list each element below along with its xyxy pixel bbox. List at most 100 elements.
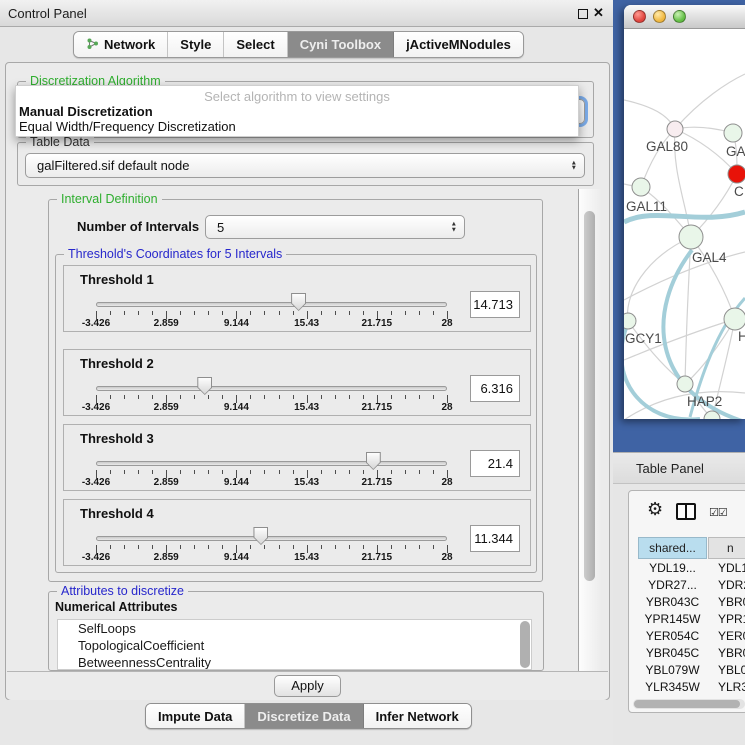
slider-tick [419, 545, 420, 549]
threshold-label: Threshold 3 [80, 431, 154, 446]
slider-tick [208, 470, 209, 474]
slider-track[interactable] [96, 536, 447, 541]
slider-tick [391, 470, 392, 474]
close-icon[interactable]: ✕ [593, 5, 604, 21]
tab-label: Infer Network [376, 709, 459, 724]
slider-scale-label: 2.859 [154, 477, 179, 488]
tab-select[interactable]: Select [224, 32, 287, 57]
interval-definition-group: Interval Definition Number of Intervals … [48, 199, 543, 582]
number-of-intervals-combo[interactable]: 5 ▲▼ [205, 215, 465, 239]
attributes-group: Attributes to discretize Numerical Attri… [48, 591, 544, 671]
network-node-gal11[interactable] [632, 178, 650, 196]
slider-handle[interactable] [197, 377, 212, 395]
network-node-label: GAL80 [646, 139, 688, 154]
dropdown-option-manual-discretization[interactable]: Manual Discretization [19, 104, 153, 119]
slider-track[interactable] [96, 302, 447, 307]
column-header-name[interactable]: n [708, 537, 745, 559]
slider-tick [222, 470, 223, 474]
tab-discretize-data[interactable]: Discretize Data [245, 704, 363, 728]
table-row[interactable]: YDR27...YDR2 [638, 576, 745, 593]
network-canvas[interactable]: GAL80GACGAL11GAL4GCY1HHAP2 [624, 29, 745, 419]
tab-style[interactable]: Style [168, 32, 224, 57]
attribute-item-selfloops[interactable]: SelfLoops [58, 620, 531, 637]
slider-handle[interactable] [366, 452, 381, 470]
cell-shared-name: YBL079W [638, 663, 707, 677]
slider-tick [124, 470, 125, 474]
cell-shared-name: YBR043C [638, 595, 707, 609]
table-row[interactable]: YBR045CYBR0 [638, 644, 745, 661]
slider-handle[interactable] [253, 527, 268, 545]
tab-label: Select [236, 37, 274, 52]
settings-scrollbar-track[interactable] [578, 189, 601, 671]
table-row[interactable]: YBR043CYBR0 [638, 593, 745, 610]
table-row[interactable]: YDL19...YDL1 [638, 559, 745, 576]
slider-tick [363, 545, 364, 549]
threshold-value-field[interactable]: 6.316 [470, 375, 520, 402]
table-row[interactable]: YBL079WYBL0 [638, 661, 745, 678]
attribute-item-topologicalcoefficient[interactable]: TopologicalCoefficient [58, 637, 531, 654]
slider-tick [110, 311, 111, 315]
network-node-gal80[interactable] [667, 121, 683, 137]
slider-tick [124, 311, 125, 315]
threshold-value-field[interactable]: 11.344 [470, 525, 520, 552]
tab-cyni-toolbox[interactable]: Cyni Toolbox [288, 32, 394, 57]
zoom-traffic-light[interactable] [673, 10, 686, 23]
minimize-traffic-light[interactable] [653, 10, 666, 23]
tab-jactivemnodules[interactable]: jActiveMNodules [394, 32, 523, 57]
group-title: Interval Definition [57, 192, 162, 206]
tab-network[interactable]: Network [74, 32, 168, 57]
network-icon [86, 37, 99, 53]
slider-scale-label: 15.43 [294, 552, 319, 563]
table-hscrollbar-thumb[interactable] [634, 700, 740, 708]
slider-tick [152, 395, 153, 399]
slider-tick [222, 311, 223, 315]
table-data-combo[interactable]: galFiltered.sif default node ▲▼ [25, 153, 585, 178]
table-row[interactable]: YER054CYER0 [638, 627, 745, 644]
slider-tick [180, 545, 181, 549]
slider-handle[interactable] [291, 293, 306, 311]
threshold-value-field[interactable]: 21.4 [470, 450, 520, 477]
slider-track[interactable] [96, 461, 447, 466]
apply-button[interactable]: Apply [274, 675, 341, 697]
network-node-h[interactable] [724, 308, 745, 330]
table-panel-header: Table Panel [613, 452, 745, 484]
table-hscrollbar-track[interactable] [633, 699, 745, 709]
slider-tick [279, 545, 280, 549]
slider-tick [110, 395, 111, 399]
slider-scale-label: 9.144 [224, 477, 249, 488]
network-node-c[interactable] [728, 165, 745, 183]
dropdown-option-equal-width-frequency-discretization[interactable]: Equal Width/Frequency Discretization [19, 119, 236, 134]
stepper-arrows-icon: ▲▼ [571, 160, 577, 171]
network-view-window: GAL80GACGAL11GAL4GCY1HHAP2 [624, 5, 745, 419]
settings-scrollbar-thumb[interactable] [584, 211, 595, 581]
close-traffic-light[interactable] [633, 10, 646, 23]
split-columns-icon[interactable] [676, 503, 696, 520]
table-row[interactable]: YLR345WYLR3 [638, 678, 745, 695]
slider-tick [391, 395, 392, 399]
slider-tick [264, 470, 265, 474]
slider-tick [250, 311, 251, 315]
tab-infer-network[interactable]: Infer Network [364, 704, 471, 728]
slider-scale-label: 28 [441, 552, 452, 563]
network-node-gal4[interactable] [679, 225, 703, 249]
slider-tick [208, 545, 209, 549]
network-node-gcy1[interactable] [624, 313, 636, 329]
float-window-icon[interactable] [578, 9, 588, 19]
checkboxes-icon[interactable]: ☑☑ [709, 506, 727, 519]
slider-track[interactable] [96, 386, 447, 391]
attribute-item-betweennesscentrality[interactable]: BetweennessCentrality [58, 654, 531, 670]
slider-tick [138, 395, 139, 399]
column-header-shared[interactable]: shared... [638, 537, 707, 559]
attributes-scrollbar[interactable] [520, 621, 530, 668]
tab-impute-data[interactable]: Impute Data [146, 704, 245, 728]
node-table-rows: YDL19...YDL1YDR27...YDR2YBR043CYBR0YPR14… [638, 559, 745, 700]
cell-name: YER0 [707, 629, 745, 643]
network-node-hap2[interactable] [677, 376, 693, 392]
network-node-ga[interactable] [724, 124, 742, 142]
table-row[interactable]: YPR145WYPR1 [638, 610, 745, 627]
threshold-value-field[interactable]: 14.713 [470, 291, 520, 318]
control-panel: Control Panel ✕ NetworkStyleSelectCyni T… [0, 0, 613, 745]
cell-shared-name: YDL19... [638, 561, 707, 575]
threshold-panel-4: Threshold 4-3.4262.8599.14415.4321.71528… [63, 499, 531, 566]
gear-icon[interactable]: ⚙ [647, 499, 663, 520]
